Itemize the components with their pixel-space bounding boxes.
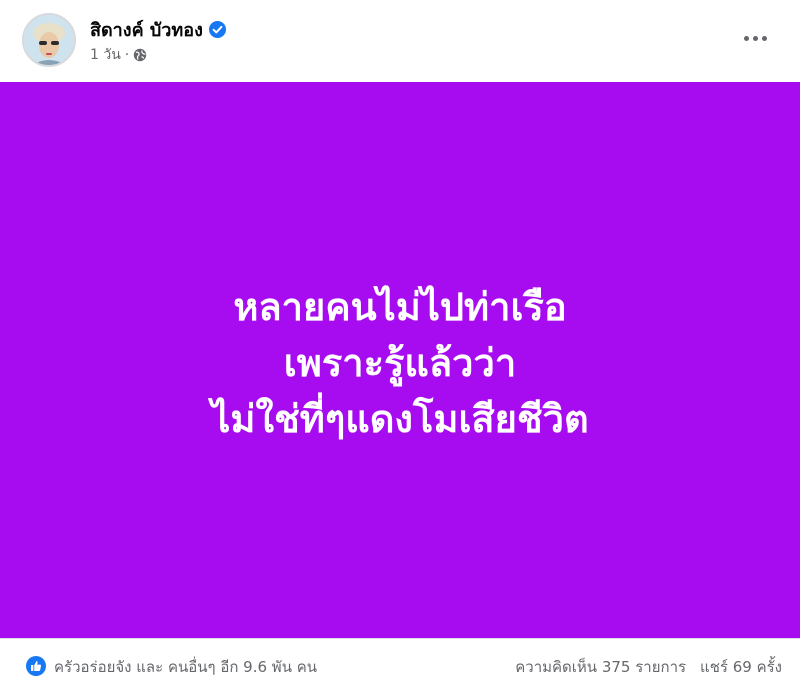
like-icon[interactable] bbox=[26, 656, 46, 676]
more-dot bbox=[761, 35, 767, 41]
reactions-summary[interactable]: ครัวอร่อยจัง และ คนอื่นๆ อีก 9.6 พัน คน bbox=[54, 655, 317, 679]
more-options-icon[interactable] bbox=[740, 26, 770, 50]
post-meta: 1 วัน · bbox=[90, 44, 147, 66]
post-text-image[interactable]: หลายคนไม่ไปท่าเรือ เพราะรู้แล้วว่า ไม่ใช… bbox=[0, 82, 800, 638]
meta-separator: · bbox=[124, 47, 130, 63]
verified-badge-icon bbox=[208, 21, 226, 38]
more-dot bbox=[743, 35, 749, 41]
post-timestamp[interactable]: 1 วัน bbox=[90, 44, 121, 66]
post-text-line-3: ไม่ใช่ที่ๆแดงโมเสียชีวิต bbox=[211, 397, 589, 441]
globe-icon[interactable] bbox=[133, 48, 147, 62]
author-name-row: สิดางค์ บัวทอง bbox=[90, 15, 226, 44]
author-avatar[interactable] bbox=[22, 13, 76, 67]
post-header: สิดางค์ บัวทอง 1 วัน · bbox=[0, 0, 800, 82]
avatar-portrait bbox=[24, 15, 74, 65]
share-count[interactable]: แชร์ 69 ครั้ง bbox=[700, 655, 782, 679]
post-text-line-2: เพราะรู้แล้วว่า bbox=[283, 341, 517, 385]
more-dot bbox=[752, 35, 758, 41]
facebook-post: สิดางค์ บัวทอง 1 วัน · หลายคนไม่ไปท่าเรื… bbox=[0, 0, 800, 687]
author-name[interactable]: สิดางค์ บัวทอง bbox=[90, 15, 203, 44]
post-footer: ครัวอร่อยจัง และ คนอื่นๆ อีก 9.6 พัน คน … bbox=[0, 638, 800, 687]
engagement-stats: ความคิดเห็น 375 รายการ แชร์ 69 ครั้ง bbox=[515, 655, 782, 679]
post-text-line-1: หลายคนไม่ไปท่าเรือ bbox=[233, 285, 567, 329]
comment-count[interactable]: ความคิดเห็น 375 รายการ bbox=[515, 655, 686, 679]
